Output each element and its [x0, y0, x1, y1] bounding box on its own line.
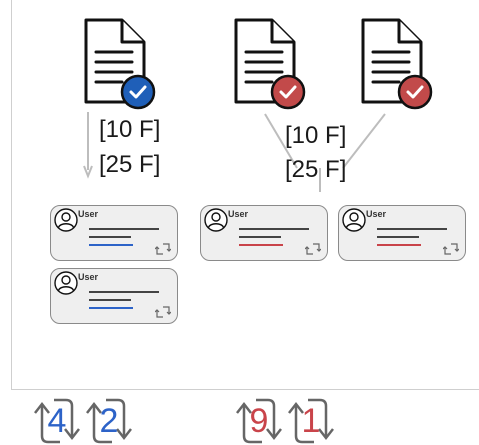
card-username: User: [366, 209, 387, 219]
retweet-icon: [155, 242, 171, 256]
retweet-icon: [305, 242, 321, 256]
document-check-icon: [228, 14, 308, 114]
tweet-card: User: [338, 205, 466, 261]
tweet-card: User: [200, 205, 328, 261]
retweet-count: 9: [232, 398, 286, 444]
label-25f: [25 F]: [285, 156, 347, 183]
user-avatar-icon: [342, 208, 366, 232]
retweet-count-value: 1: [301, 402, 321, 440]
tweet-card: User: [50, 205, 178, 261]
label-10f: [10 F]: [285, 122, 347, 149]
retweet-icon: [155, 305, 171, 319]
connector-arrow: [83, 112, 93, 179]
retweet-count-value: 2: [99, 402, 119, 440]
card-username: User: [228, 209, 249, 219]
document-check-icon: [355, 14, 435, 114]
retweet-count: 2: [82, 398, 136, 444]
tweet-card: User: [50, 268, 178, 324]
user-avatar-icon: [204, 208, 228, 232]
retweet-count: 4: [30, 398, 84, 444]
retweet-count-value: 9: [249, 402, 269, 440]
user-avatar-icon: [54, 208, 78, 232]
card-username: User: [78, 272, 99, 282]
retweet-count: 1: [284, 398, 338, 444]
retweet-count-value: 4: [47, 402, 67, 440]
document-check-icon: [78, 14, 158, 114]
user-avatar-icon: [54, 271, 78, 295]
card-username: User: [78, 209, 99, 219]
retweet-icon: [443, 242, 459, 256]
label-25f: [25 F]: [99, 151, 161, 178]
label-10f: [10 F]: [99, 116, 161, 143]
